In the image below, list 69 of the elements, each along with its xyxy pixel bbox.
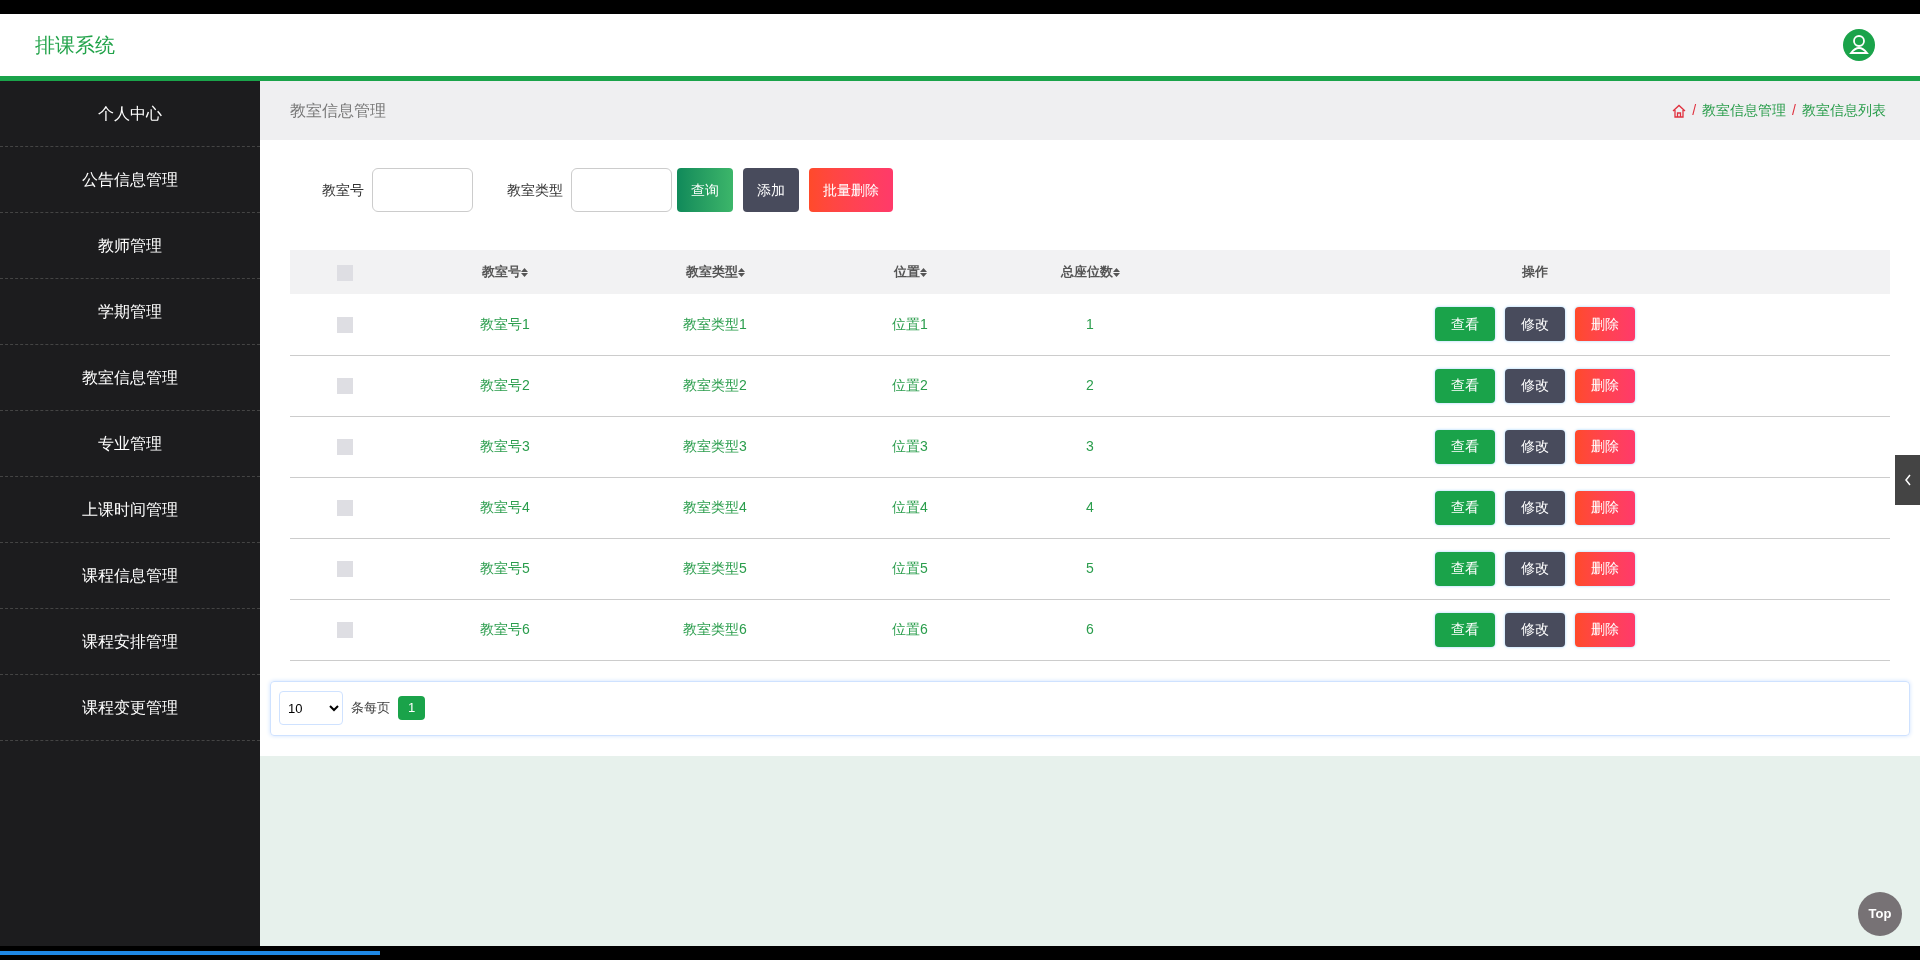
column-header[interactable]: 位置 [893, 264, 920, 280]
page-title: 教室信息管理 [290, 100, 386, 121]
search-field[interactable] [372, 168, 473, 212]
table-cell: 位置6 [892, 621, 928, 637]
column-header[interactable]: 教室号 [482, 264, 521, 280]
checkbox[interactable] [337, 622, 353, 639]
checkbox[interactable] [337, 500, 353, 517]
edit-button[interactable]: 修改 [1505, 429, 1565, 464]
table-cell: 教室类型6 [683, 621, 747, 637]
breadcrumb-separator: / [1692, 101, 1697, 120]
delete-button[interactable]: 删除 [1575, 307, 1635, 342]
edit-button[interactable]: 修改 [1505, 490, 1565, 525]
column-header[interactable]: 教室类型 [685, 264, 738, 280]
table-cell: 教室号5 [480, 560, 530, 576]
checkbox[interactable] [337, 317, 353, 334]
table-cell: 教室类型4 [683, 499, 747, 515]
checkbox[interactable] [337, 378, 353, 395]
table-cell: 1 [1086, 315, 1094, 332]
edit-button[interactable]: 修改 [1505, 612, 1565, 647]
table-cell: 位置4 [892, 499, 928, 515]
app-title: 排课系统 [35, 33, 115, 58]
delete-button[interactable]: 删除 [1575, 612, 1635, 647]
query-button[interactable]: 查询 [677, 168, 733, 212]
edit-button[interactable]: 修改 [1505, 368, 1565, 403]
table-cell: 4 [1086, 499, 1094, 515]
user-avatar-icon[interactable] [1843, 29, 1875, 61]
checkbox[interactable] [337, 561, 353, 578]
delete-button[interactable]: 批量删除 [809, 168, 893, 212]
column-header: 操作 [1522, 264, 1548, 280]
sort-icon[interactable] [1112, 268, 1120, 278]
field-label: 教室号 [322, 180, 364, 200]
table-cell: 教室号4 [480, 499, 530, 515]
table-cell: 5 [1086, 560, 1094, 576]
edit-button[interactable]: 修改 [1505, 551, 1565, 586]
page-size-select[interactable]: 10 [279, 691, 343, 725]
delete-button[interactable]: 删除 [1575, 551, 1635, 586]
back-to-top-button[interactable]: Top [1858, 892, 1902, 936]
delete-button[interactable]: 删除 [1575, 429, 1635, 464]
sort-icon[interactable] [919, 268, 927, 278]
table-cell: 教室号3 [480, 438, 530, 454]
table-cell: 教室号6 [480, 621, 530, 637]
table-cell: 教室类型3 [683, 438, 747, 454]
collapse-tab[interactable] [1895, 455, 1920, 505]
search-field[interactable] [571, 168, 672, 212]
table-cell: 3 [1086, 438, 1094, 454]
table-cell: 教室类型5 [683, 560, 747, 576]
chevron-left-icon [1903, 474, 1912, 486]
table-cell: 教室号1 [480, 315, 530, 332]
table-cell: 教室类型1 [683, 315, 747, 332]
table-cell: 教室类型2 [683, 377, 747, 393]
sort-icon[interactable] [737, 268, 745, 278]
edit-button[interactable]: 修改 [1505, 307, 1565, 342]
field-label: 教室类型 [507, 180, 563, 200]
add-button[interactable]: 添加 [743, 168, 799, 212]
breadcrumb-separator: / [1792, 101, 1796, 120]
per-page-label: 条每页 [351, 699, 390, 718]
table-cell: 6 [1086, 621, 1094, 637]
table-cell: 位置2 [892, 377, 928, 393]
sort-icon[interactable] [521, 268, 528, 278]
table-cell: 位置5 [892, 560, 928, 576]
home-icon[interactable] [1672, 103, 1687, 118]
checkbox[interactable] [337, 439, 353, 456]
table-cell: 位置3 [892, 438, 928, 454]
column-header[interactable]: 总座位数 [1060, 264, 1113, 280]
delete-button[interactable]: 删除 [1575, 368, 1635, 403]
table-cell: 2 [1086, 377, 1094, 393]
table-cell: 教室号2 [480, 377, 530, 393]
delete-button[interactable]: 删除 [1575, 490, 1635, 525]
table-cell: 位置1 [892, 315, 928, 332]
